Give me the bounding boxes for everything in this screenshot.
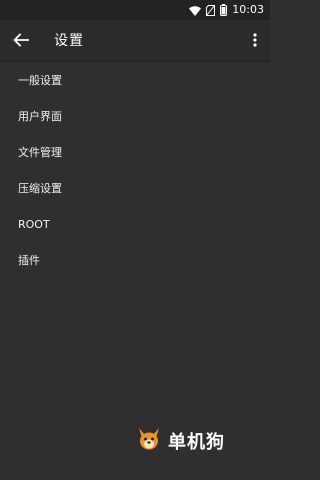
menu-item-general-settings[interactable]: 一般设置 bbox=[0, 62, 270, 98]
menu-item-root[interactable]: ROOT bbox=[0, 206, 270, 242]
more-vert-icon bbox=[253, 32, 257, 51]
wifi-icon bbox=[189, 1, 202, 20]
arrow-left-icon bbox=[13, 32, 29, 51]
status-icons: 10:03 bbox=[189, 2, 264, 18]
sim-off-icon bbox=[206, 1, 216, 20]
back-button[interactable] bbox=[10, 30, 32, 52]
menu-item-label: 一般设置 bbox=[18, 74, 62, 87]
page-title: 设置 bbox=[54, 33, 84, 49]
menu-item-plugins[interactable]: 插件 bbox=[0, 242, 270, 278]
status-time: 10:03 bbox=[232, 3, 264, 16]
menu-item-user-interface[interactable]: 用户界面 bbox=[0, 98, 270, 134]
overflow-menu-button[interactable] bbox=[248, 30, 262, 52]
menu-item-file-management[interactable]: 文件管理 bbox=[0, 134, 270, 170]
app-bar: 设置 bbox=[0, 20, 270, 62]
dog-logo-icon bbox=[134, 424, 164, 458]
menu-item-label: ROOT bbox=[18, 217, 50, 231]
status-bar: 10:03 bbox=[0, 0, 270, 20]
settings-menu: 一般设置 用户界面 文件管理 压缩设置 ROOT 插件 bbox=[0, 62, 270, 278]
menu-item-label: 压缩设置 bbox=[18, 182, 62, 195]
menu-item-label: 插件 bbox=[18, 254, 40, 267]
menu-item-compression-settings[interactable]: 压缩设置 bbox=[0, 170, 270, 206]
watermark-text: 单机狗 bbox=[168, 432, 225, 453]
battery-icon bbox=[220, 1, 228, 20]
menu-item-label: 文件管理 bbox=[18, 146, 62, 159]
menu-item-label: 用户界面 bbox=[18, 110, 62, 123]
watermark: 单机狗 bbox=[134, 424, 225, 458]
